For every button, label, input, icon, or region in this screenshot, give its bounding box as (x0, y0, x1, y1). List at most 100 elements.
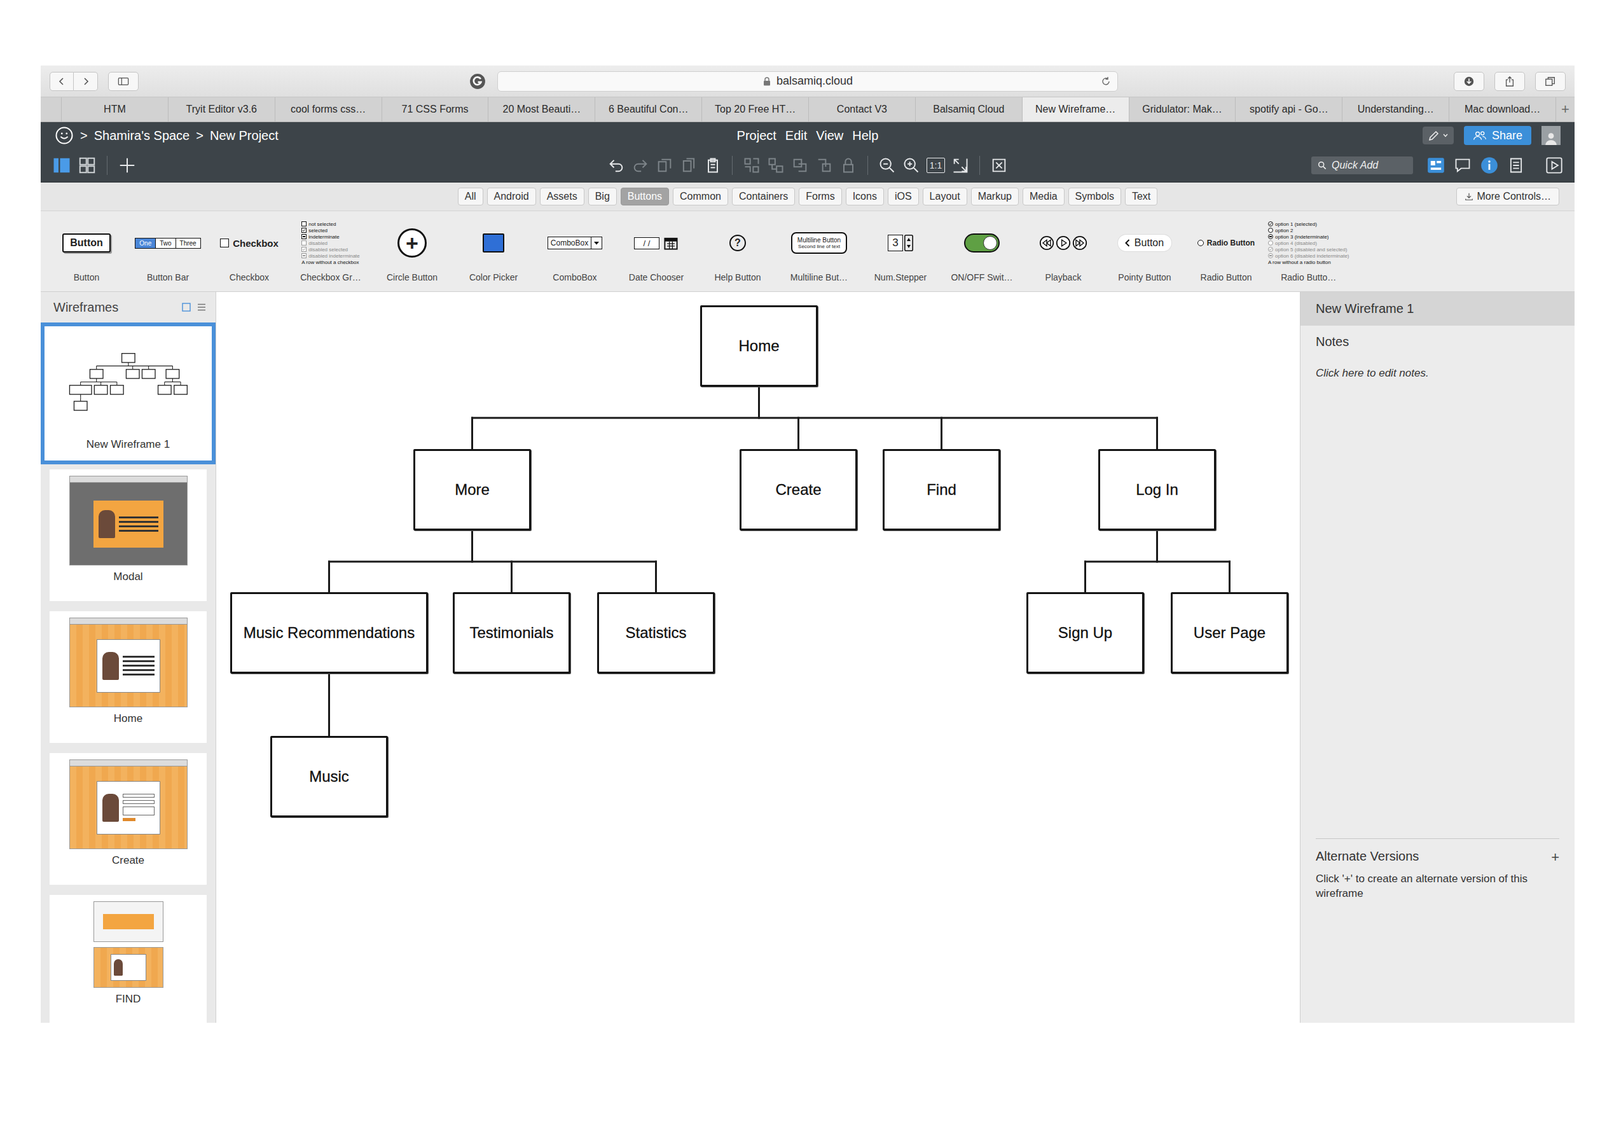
balsamiq-logo-icon[interactable] (54, 125, 74, 145)
notes-field[interactable]: Click here to edit notes. (1300, 349, 1575, 380)
redo-icon[interactable] (631, 156, 650, 175)
menu-item[interactable]: Project (737, 128, 777, 144)
browser-tab[interactable]: 71 CSS Forms (381, 97, 489, 122)
menu-item[interactable]: Edit (785, 128, 807, 144)
copy-icon[interactable] (679, 156, 698, 175)
breadcrumb-item[interactable]: Shamira's Space (94, 128, 191, 144)
category-tab[interactable]: Big (588, 187, 617, 206)
category-tab[interactable]: Text (1124, 187, 1158, 206)
category-tab[interactable]: Android (487, 187, 537, 206)
sitemap-node[interactable]: Testimonials (452, 592, 571, 674)
wireframe-thumbnail[interactable]: Modal (40, 464, 216, 607)
zoom-out-icon[interactable] (878, 156, 897, 175)
list-view-icon[interactable] (196, 302, 207, 313)
downloads-button[interactable] (1453, 71, 1485, 91)
category-tab[interactable]: Layout (922, 187, 968, 206)
forward-button[interactable] (73, 71, 98, 91)
wireframe-canvas[interactable]: HomeMoreMusic RecommendationsMusicTestim… (216, 291, 1300, 1023)
library-control[interactable]: Playback (1023, 216, 1103, 292)
category-tab[interactable]: Common (672, 187, 729, 206)
tab-overview-button[interactable] (1535, 71, 1566, 91)
browser-tab[interactable]: spotify api - Go… (1234, 97, 1342, 122)
wireframe-thumbnail[interactable]: Home (40, 606, 216, 748)
library-control[interactable]: ComboBoxComboBox (535, 216, 615, 292)
library-control[interactable]: / /Date Chooser (616, 216, 696, 292)
reload-icon[interactable] (1100, 76, 1111, 87)
single-view-icon[interactable] (52, 155, 72, 175)
sitemap-node[interactable]: User Page (1170, 592, 1289, 674)
sidebar-button[interactable] (108, 71, 139, 91)
category-tab[interactable]: Buttons (620, 187, 669, 206)
menu-item[interactable]: Help (852, 128, 879, 144)
library-control[interactable]: option 1 (selected)option 2option 3 (ind… (1268, 216, 1350, 292)
library-control[interactable]: ButtonButton (47, 216, 126, 292)
library-control[interactable]: +Circle Button (372, 216, 452, 292)
category-tab[interactable]: Containers (731, 187, 795, 206)
share-sheet-button[interactable] (1494, 71, 1525, 91)
actual-size-button[interactable]: 1:1 (926, 157, 945, 173)
browser-tab[interactable]: New Wireframe… (1021, 97, 1129, 122)
zoom-in-icon[interactable] (902, 156, 921, 175)
category-tab[interactable]: iOS (887, 187, 919, 206)
browser-tab[interactable]: HTM (61, 97, 168, 122)
undo-icon[interactable] (607, 156, 626, 175)
ungroup-icon[interactable] (766, 156, 785, 175)
properties-icon[interactable] (1507, 156, 1525, 175)
library-control[interactable]: 3Num.Stepper (861, 216, 940, 292)
library-control[interactable]: CheckboxCheckbox (209, 216, 289, 292)
library-control[interactable]: ButtonPointy Button (1105, 216, 1185, 292)
library-control[interactable]: ?Help Button (698, 216, 778, 292)
user-avatar[interactable] (1541, 125, 1561, 145)
plus-icon[interactable] (117, 155, 137, 175)
library-control[interactable]: not selectedselectedindeterminatedisable… (291, 216, 371, 292)
sitemap-node[interactable]: Sign Up (1026, 592, 1145, 674)
library-control[interactable]: Radio ButtonRadio Button (1186, 216, 1266, 292)
category-tab[interactable]: Markup (971, 187, 1019, 206)
browser-tab[interactable]: Gridulator: Mak… (1128, 97, 1236, 122)
share-button[interactable]: Share (1463, 125, 1532, 145)
more-controls-button[interactable]: More Controls… (1456, 187, 1560, 206)
browser-tab[interactable]: Tryit Editor v3.6 (167, 97, 275, 122)
group-icon[interactable] (742, 156, 761, 175)
browser-tab[interactable]: Top 20 Free HT… (701, 97, 809, 122)
comment-icon[interactable] (1453, 156, 1472, 175)
library-control[interactable]: ON/OFF Swit… (942, 216, 1022, 292)
address-field[interactable]: balsamiq.cloud (497, 71, 1118, 92)
wireframe-thumbnail[interactable]: New Wireframe 1 (40, 322, 216, 465)
library-control[interactable]: OneTwoThreeButton Bar (128, 216, 208, 292)
browser-tab[interactable]: Contact V3 (808, 97, 916, 122)
menu-item[interactable]: View (815, 128, 844, 144)
sitemap-node[interactable]: Find (882, 448, 1001, 531)
grid-view-icon[interactable] (77, 155, 97, 175)
info-icon[interactable] (1480, 156, 1499, 175)
quick-add-field[interactable]: Quick Add (1311, 156, 1414, 175)
browser-tab[interactable]: cool forms css… (274, 97, 382, 122)
browser-tab[interactable]: 20 Most Beauti… (487, 97, 595, 122)
category-tab[interactable]: Icons (845, 187, 884, 206)
add-alternate-button[interactable]: + (1551, 848, 1560, 866)
sitemap-node[interactable]: More (413, 448, 532, 531)
library-control[interactable]: Color Picker (454, 216, 533, 292)
paste-icon[interactable] (703, 156, 722, 175)
wireframe-thumbnail[interactable]: Create (40, 747, 216, 890)
browser-tab[interactable]: 6 Beautiful Con… (594, 97, 702, 122)
browser-tab[interactable]: Mac download… (1448, 97, 1556, 122)
category-tab[interactable]: Forms (798, 187, 842, 206)
sitemap-node[interactable]: Home (700, 305, 818, 387)
breadcrumb-item[interactable]: New Project (209, 128, 279, 144)
sitemap-node[interactable]: Create (739, 448, 858, 531)
fullscreen-icon[interactable] (951, 156, 970, 175)
ui-library-icon[interactable] (1427, 156, 1445, 175)
sitemap-node[interactable]: Statistics (597, 592, 715, 674)
category-tab[interactable]: All (457, 187, 484, 206)
back-button[interactable] (49, 71, 74, 91)
category-tab[interactable]: Symbols (1068, 187, 1122, 206)
library-control[interactable]: Multiline ButtonSecond line of textMulti… (779, 216, 859, 292)
wireframe-thumbnail[interactable]: FIND (40, 889, 216, 1023)
browser-tab[interactable]: Balsamiq Cloud (915, 97, 1022, 122)
sitemap-node[interactable]: Music Recommendations (230, 592, 428, 674)
delete-icon[interactable] (990, 156, 1008, 175)
category-tab[interactable]: Media (1022, 187, 1065, 206)
edit-mode-button[interactable] (1422, 126, 1454, 145)
thumbnail-view-icon[interactable] (181, 302, 192, 313)
